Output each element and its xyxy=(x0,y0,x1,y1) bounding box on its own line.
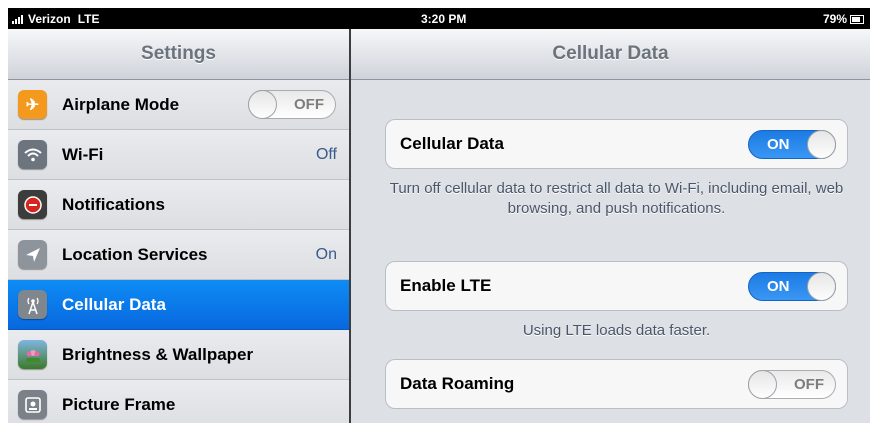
sidebar-item-wifi[interactable]: Wi-Fi Off xyxy=(8,130,349,180)
carrier-name: Verizon xyxy=(28,12,71,26)
detail-title: Cellular Data xyxy=(351,29,870,80)
data-roaming-label: Data Roaming xyxy=(400,374,515,393)
toggle-state: OFF xyxy=(794,376,824,393)
notifications-icon xyxy=(18,190,47,219)
toggle-state: ON xyxy=(767,136,790,153)
status-bar: Verizon LTE 3:20 PM 79% xyxy=(8,8,870,29)
battery-percentage: 79% xyxy=(822,12,847,26)
wifi-status-value: Off xyxy=(315,145,337,163)
battery-indicator: 79% xyxy=(823,12,864,26)
airplane-mode-toggle[interactable]: OFF xyxy=(248,90,336,119)
sidebar-item-label: Wi-Fi xyxy=(62,144,104,164)
toggle-state: OFF xyxy=(294,96,324,113)
network-type: LTE xyxy=(77,12,100,26)
wifi-icon xyxy=(18,140,47,169)
location-services-value: On xyxy=(315,245,337,263)
sidebar-item-label: Brightness & Wallpaper xyxy=(62,344,254,364)
toggle-knob xyxy=(807,272,836,301)
cellular-data-toggle[interactable]: ON xyxy=(748,130,836,159)
carrier-info: Verizon LTE xyxy=(12,12,99,26)
toggle-knob xyxy=(748,370,777,399)
toggle-knob xyxy=(807,130,836,159)
cellular-antenna-icon xyxy=(18,290,47,319)
clock: 3:20 PM xyxy=(421,12,467,26)
enable-lte-label: Enable LTE xyxy=(400,276,492,295)
cellular-data-detail: Cellular Data Cellular Data ON Turn off … xyxy=(351,29,870,423)
battery-icon xyxy=(850,14,864,24)
enable-lte-description: Using LTE loads data faster. xyxy=(522,322,711,339)
location-arrow-icon xyxy=(18,240,47,269)
sidebar-item-label: Location Services xyxy=(62,244,208,264)
sidebar-item-label: Airplane Mode xyxy=(62,94,180,114)
settings-sidebar: Settings ✈ Airplane Mode OFF Wi-Fi Off N… xyxy=(8,29,349,423)
sidebar-item-label: Cellular Data xyxy=(62,294,166,314)
cellular-data-label: Cellular Data xyxy=(400,134,504,153)
toggle-knob xyxy=(248,90,277,119)
sidebar-item-cellular-data[interactable]: Cellular Data xyxy=(8,280,349,330)
sidebar-item-notifications[interactable]: Notifications xyxy=(8,180,349,230)
sidebar-item-label: Picture Frame xyxy=(62,394,176,414)
sidebar-item-picture-frame[interactable]: Picture Frame xyxy=(8,380,349,423)
signal-strength-icon xyxy=(12,14,23,24)
toggle-state: ON xyxy=(767,278,790,295)
sidebar-item-location-services[interactable]: Location Services On xyxy=(8,230,349,280)
data-roaming-toggle[interactable]: OFF xyxy=(748,370,836,399)
sidebar-item-brightness-wallpaper[interactable]: Brightness & Wallpaper xyxy=(8,330,349,380)
sidebar-item-label: Notifications xyxy=(62,194,165,214)
cellular-data-row: Cellular Data ON xyxy=(385,119,848,169)
enable-lte-toggle[interactable]: ON xyxy=(748,272,836,301)
sidebar-title: Settings xyxy=(8,29,349,80)
data-roaming-row: Data Roaming OFF xyxy=(385,359,848,409)
enable-lte-row: Enable LTE ON xyxy=(385,261,848,311)
picture-frame-icon xyxy=(18,390,47,419)
flower-icon xyxy=(18,340,47,369)
cellular-data-description: Turn off cellular data to restrict all d… xyxy=(389,180,844,217)
sidebar-item-airplane-mode[interactable]: ✈ Airplane Mode OFF xyxy=(8,80,349,130)
airplane-icon: ✈ xyxy=(18,90,47,119)
